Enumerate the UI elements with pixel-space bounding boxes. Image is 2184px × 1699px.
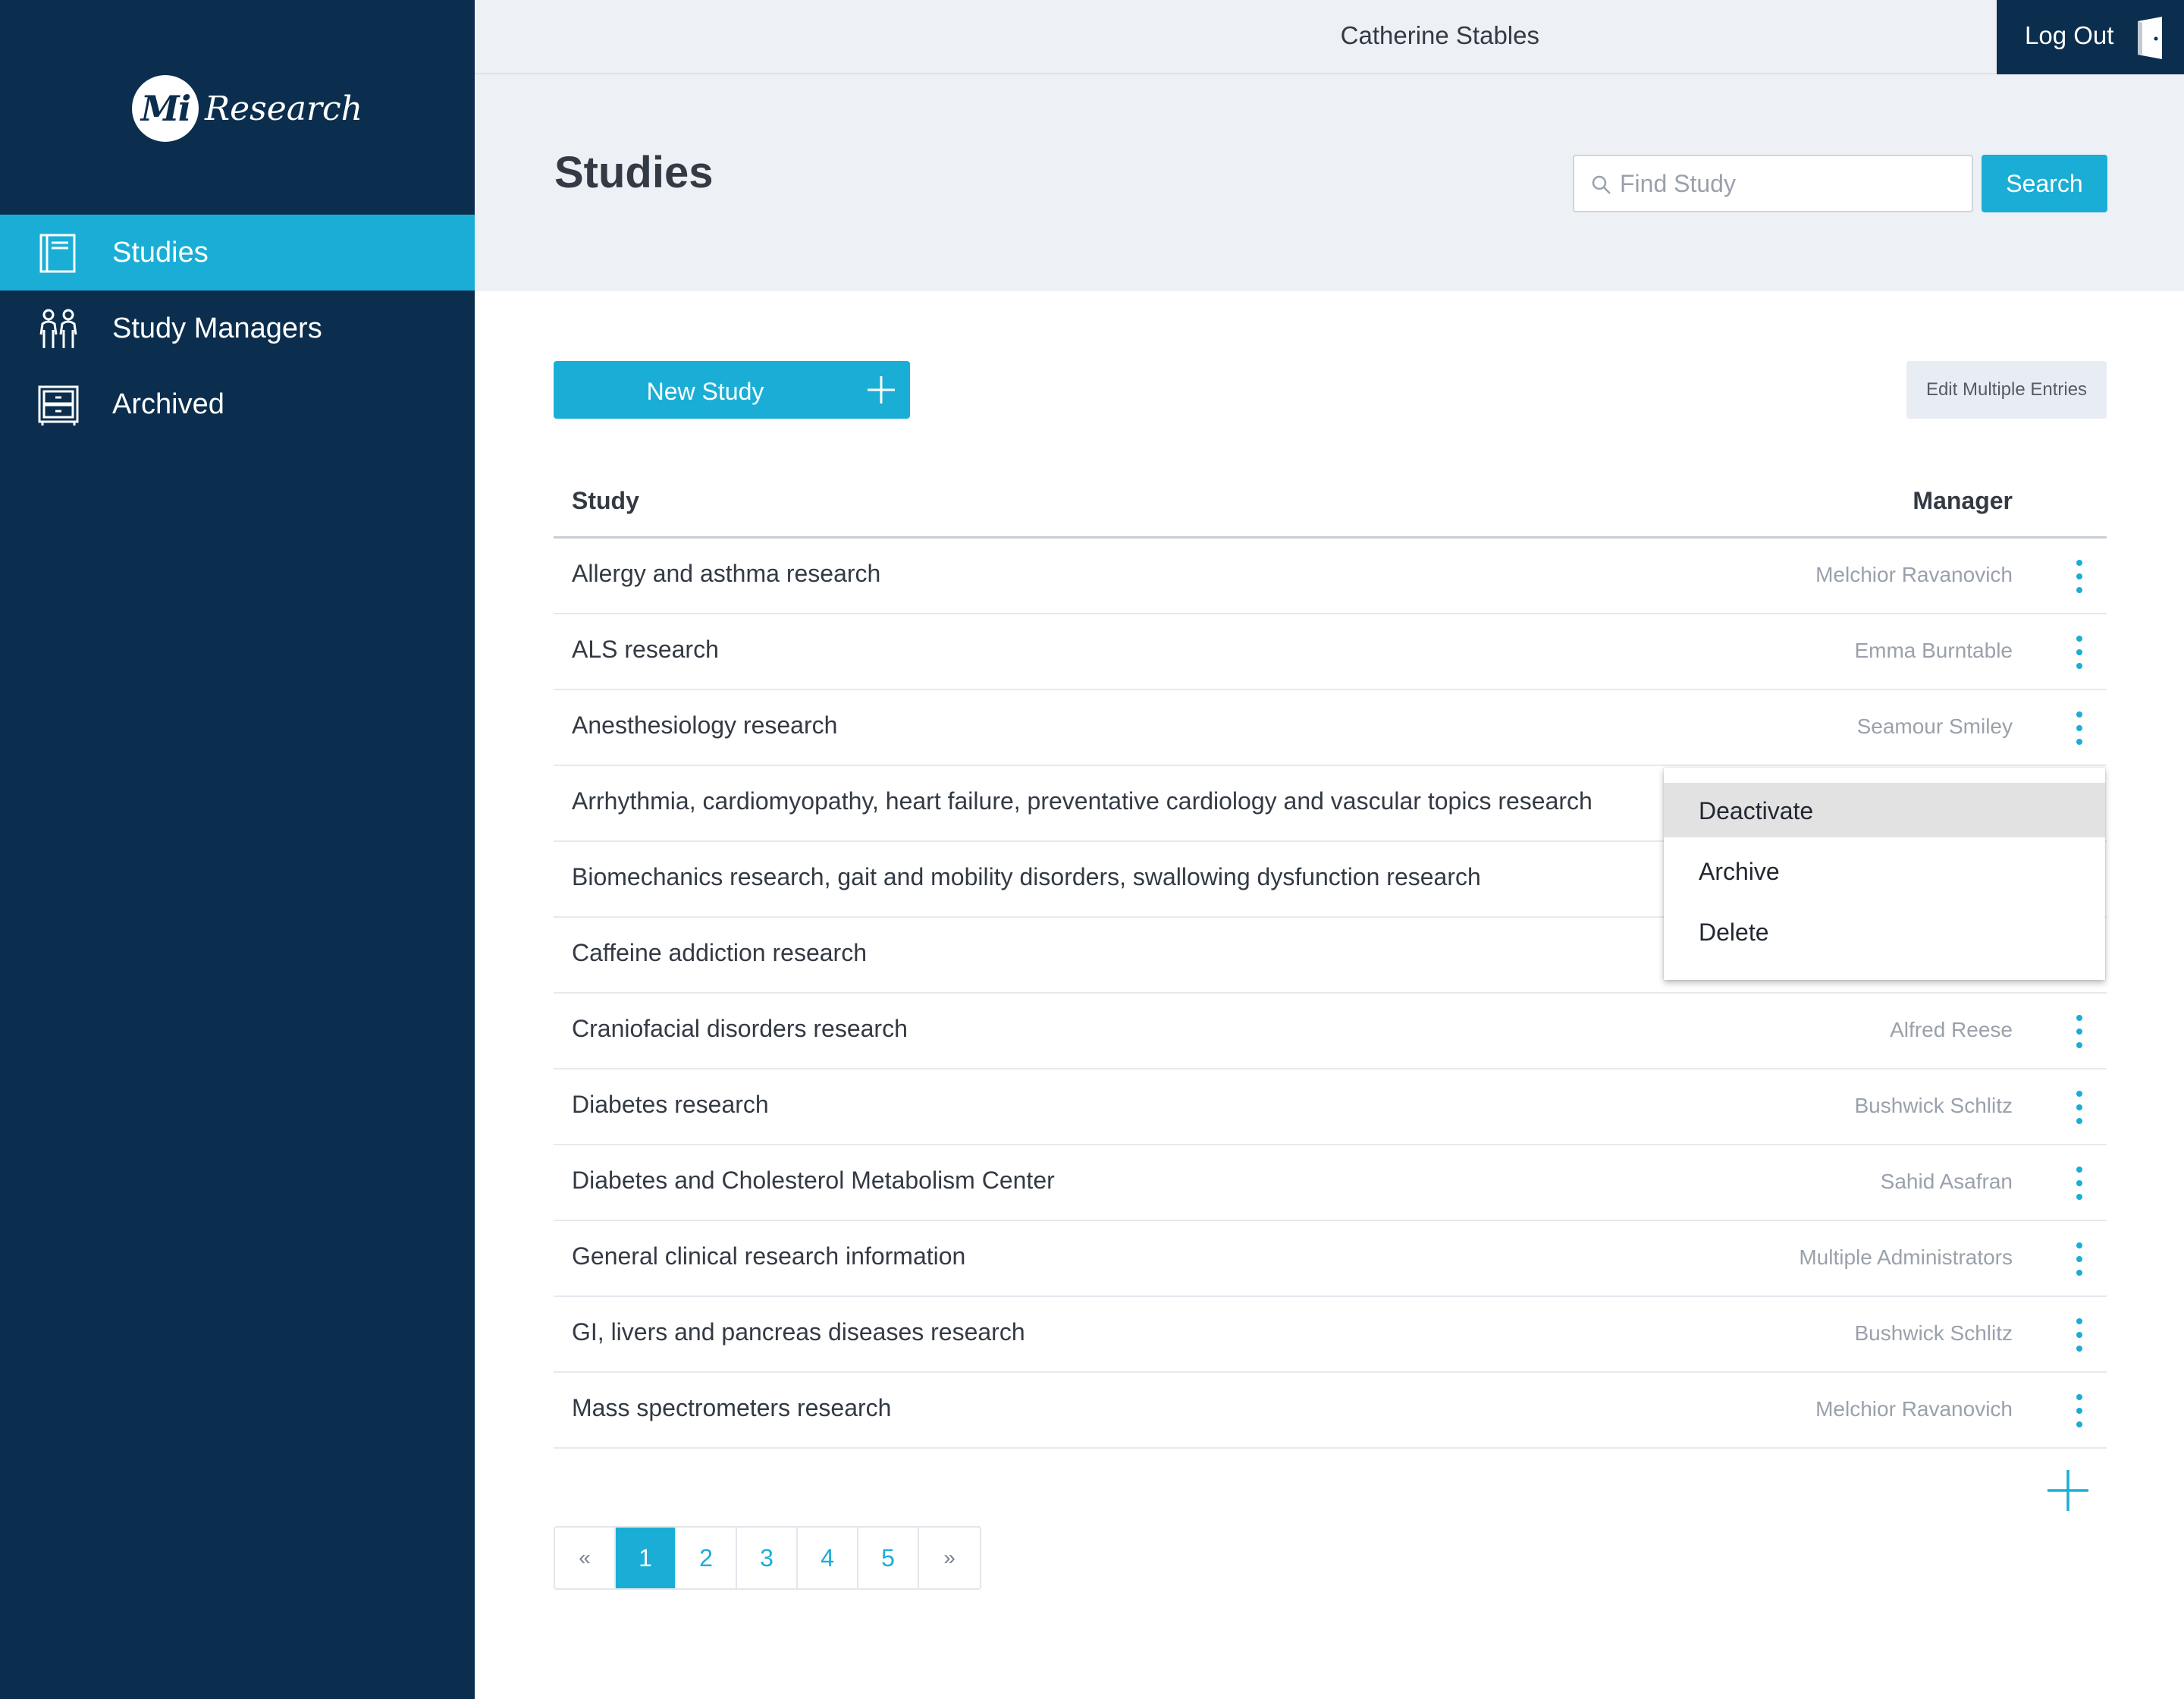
menu-item-label: Deactivate (1699, 797, 1814, 824)
page-title: Studies (554, 148, 714, 197)
more-options-icon[interactable] (2072, 1318, 2087, 1352)
table-row[interactable]: Diabetes research Bushwick Schlitz (554, 1069, 2107, 1145)
table-row[interactable]: Mass spectrometers research Melchior Rav… (554, 1373, 2107, 1449)
page-next[interactable]: » (919, 1528, 980, 1588)
logout-button[interactable]: Log Out (1997, 0, 2184, 74)
sidebar-item-study-managers[interactable]: Study Managers (0, 290, 475, 366)
page-3[interactable]: 3 (737, 1528, 798, 1588)
search-icon (1592, 175, 1611, 194)
row-context-menu: Deactivate Archive Delete (1664, 768, 2105, 980)
search-field[interactable] (1573, 155, 1973, 212)
pagination: « 1 2 3 4 5 » (554, 1526, 981, 1590)
page-prev[interactable]: « (555, 1528, 616, 1588)
study-name: Diabetes and Cholesterol Metabolism Cent… (572, 1167, 1055, 1194)
manager-name: Bushwick Schlitz (1854, 1321, 2013, 1345)
study-name: Allergy and asthma research (572, 560, 881, 587)
sidebar-item-studies[interactable]: Studies (0, 215, 475, 290)
study-name: Anesthesiology research (572, 711, 838, 739)
new-study-button[interactable]: New Study (554, 361, 910, 419)
sidebar-item-label: Study Managers (112, 312, 322, 344)
page-header: Studies Search (475, 74, 2184, 291)
menu-item-label: Delete (1699, 919, 1769, 946)
study-name: ALS research (572, 636, 719, 663)
logo-text: Research (205, 89, 363, 128)
manager-name: Multiple Administrators (1799, 1245, 2013, 1269)
sidebar: Mi Research Studies Study Managers Archi… (0, 0, 475, 1699)
manager-name: Bushwick Schlitz (1854, 1094, 2013, 1117)
add-row-icon[interactable] (2046, 1468, 2090, 1512)
table-row[interactable]: ALS research Emma Burntable (554, 614, 2107, 690)
study-name: Mass spectrometers research (572, 1394, 892, 1421)
menu-item-deactivate[interactable]: Deactivate (1664, 783, 2105, 837)
top-bar: Catherine Stables (475, 0, 2184, 74)
study-name: Biomechanics research, gait and mobility… (572, 863, 1481, 890)
table-row[interactable]: Anesthesiology research Seamour Smiley (554, 690, 2107, 766)
more-options-icon[interactable] (2072, 1394, 2087, 1427)
menu-item-label: Archive (1699, 858, 1780, 885)
menu-item-archive[interactable]: Archive (1664, 843, 2105, 898)
more-options-icon[interactable] (2072, 711, 2087, 745)
page-4[interactable]: 4 (798, 1528, 858, 1588)
table-row[interactable]: Diabetes and Cholesterol Metabolism Cent… (554, 1145, 2107, 1221)
manager-name: Seamour Smiley (1856, 714, 2013, 738)
page-1[interactable]: 1 (616, 1528, 676, 1588)
manager-name: Emma Burntable (1854, 639, 2013, 662)
table-row[interactable]: Allergy and asthma research Melchior Rav… (554, 539, 2107, 614)
menu-item-delete[interactable]: Delete (1664, 904, 2105, 959)
manager-name: Melchior Ravanovich (1815, 1397, 2013, 1421)
table-header: Study Manager (554, 464, 2107, 539)
table-row[interactable]: General clinical research information Mu… (554, 1221, 2107, 1297)
page-5[interactable]: 5 (858, 1528, 919, 1588)
book-icon (39, 234, 76, 273)
logout-label: Log Out (2025, 21, 2114, 49)
more-options-icon[interactable] (2072, 1167, 2087, 1200)
study-name: Craniofacial disorders research (572, 1015, 908, 1042)
sidebar-item-label: Archived (112, 388, 224, 420)
more-options-icon[interactable] (2072, 1242, 2087, 1276)
study-name: Arrhythmia, cardiomyopathy, heart failur… (572, 787, 1592, 815)
study-name: Caffeine addiction research (572, 939, 867, 966)
study-name: GI, livers and pancreas diseases researc… (572, 1318, 1025, 1346)
logo-mark: Mi (132, 75, 199, 142)
sidebar-item-archived[interactable]: Archived (0, 366, 475, 442)
manager-name: Alfred Reese (1890, 1018, 2013, 1041)
user-name: Catherine Stables (1340, 21, 1539, 49)
manager-name: Melchior Ravanovich (1815, 563, 2013, 586)
column-header-manager: Manager (1913, 487, 2013, 514)
cabinet-icon (38, 385, 79, 426)
more-options-icon[interactable] (2072, 1015, 2087, 1048)
study-name: General clinical research information (572, 1242, 966, 1270)
page-2[interactable]: 2 (676, 1528, 737, 1588)
plus-icon (868, 376, 895, 404)
manager-name: Sahid Asafran (1880, 1170, 2013, 1193)
table-row[interactable]: GI, livers and pancreas diseases researc… (554, 1297, 2107, 1373)
new-study-label: New Study (646, 378, 764, 405)
study-name: Diabetes research (572, 1091, 769, 1118)
search-input[interactable] (1620, 158, 1961, 209)
more-options-icon[interactable] (2072, 1091, 2087, 1124)
people-icon (39, 309, 77, 348)
door-icon (2138, 17, 2162, 59)
sidebar-item-label: Studies (112, 236, 209, 269)
search-button[interactable]: Search (1982, 155, 2107, 212)
edit-multiple-entries-button[interactable]: Edit Multiple Entries (1906, 361, 2107, 419)
column-header-study: Study (572, 487, 639, 514)
more-options-icon[interactable] (2072, 636, 2087, 669)
more-options-icon[interactable] (2072, 560, 2087, 593)
logo: Mi Research (132, 74, 362, 143)
table-row[interactable]: Craniofacial disorders research Alfred R… (554, 994, 2107, 1069)
